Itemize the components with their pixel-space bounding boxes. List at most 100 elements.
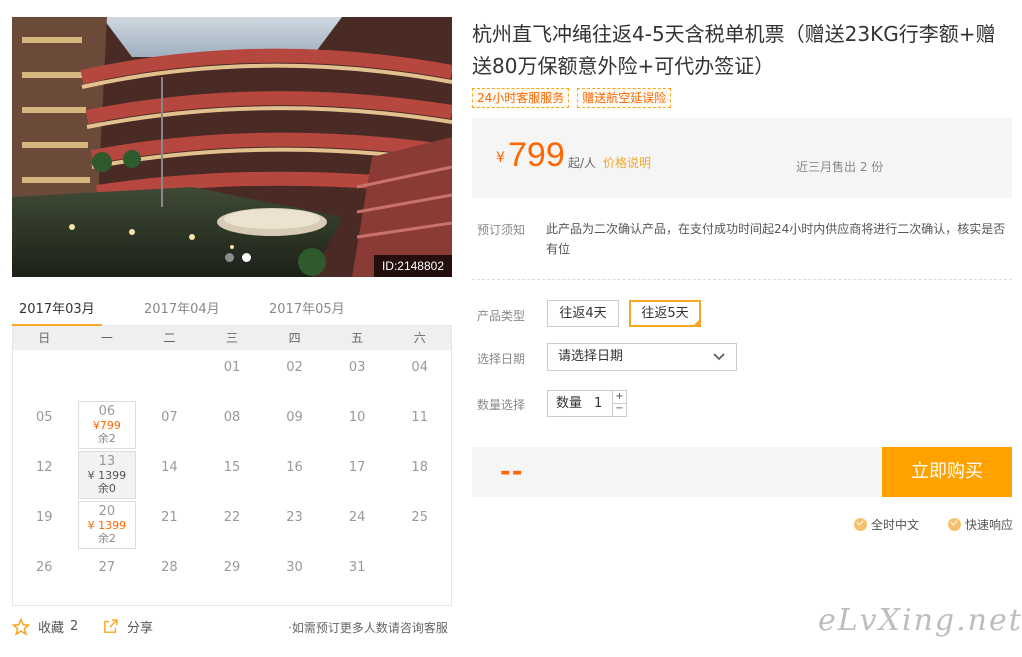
site-watermark: eLvXing.net: [818, 603, 1022, 638]
favorite-button[interactable]: 收藏 2: [12, 617, 78, 636]
tab-month-3[interactable]: 2017年05月: [269, 298, 345, 326]
purchase-bar: -- 立即购买: [472, 447, 1012, 497]
calendar-day: 23: [266, 501, 324, 549]
weekday-label: 六: [413, 331, 426, 345]
calendar-day: 04: [391, 351, 449, 399]
calendar-day: 11: [391, 401, 449, 449]
price-unit: 起/人: [568, 156, 597, 170]
slide-dot-1[interactable]: [225, 253, 234, 262]
day-number: 10: [348, 410, 366, 425]
quantity-decrease-button[interactable]: −: [612, 403, 626, 416]
star-icon: [12, 617, 30, 636]
buy-now-button[interactable]: 立即购买: [882, 447, 1012, 497]
calendar-day: 19: [15, 501, 73, 549]
day-number: 18: [411, 460, 428, 475]
day-remaining: 余2: [97, 532, 116, 545]
day-number: 04: [411, 360, 428, 375]
type-option-4-days[interactable]: 往返4天: [547, 300, 619, 327]
product-photo[interactable]: ID:2148802: [12, 17, 452, 277]
calendar-day: 21: [140, 501, 198, 549]
chevron-down-icon: [713, 353, 725, 361]
day-number: 03: [348, 360, 366, 375]
calendar-day: 01: [203, 351, 261, 399]
check-icon: [854, 518, 867, 531]
day-number: 28: [161, 560, 178, 575]
assurance-item: 快速响应: [948, 516, 1013, 533]
day-number: 08: [223, 410, 241, 425]
slide-dot-2[interactable]: [242, 253, 251, 262]
quantity-stepper[interactable]: 数量 1 + −: [547, 390, 627, 417]
calendar-day: 28: [140, 551, 198, 599]
slide-indicator[interactable]: [225, 253, 251, 262]
tab-month-2[interactable]: 2017年04月: [144, 298, 220, 326]
day-number: 06: [98, 404, 116, 419]
day-number: 13: [98, 454, 116, 469]
group-consult-tip: ·如需预订更多人数请咨询客服: [288, 621, 448, 635]
assurance-label: 快速响应: [965, 518, 1014, 532]
day-number: 23: [286, 510, 303, 525]
weekday-label: 四: [288, 331, 301, 345]
day-number: 16: [286, 460, 303, 475]
calendar-day: 09: [266, 401, 324, 449]
consult-tip-text: 如需预订更多人数请咨询客服: [291, 621, 448, 635]
product-type-label: 产品类型: [477, 309, 526, 323]
quantity-prefix: 数量: [556, 396, 583, 411]
share-button[interactable]: 分享: [102, 617, 153, 636]
price-explanation-link[interactable]: 价格说明: [603, 154, 651, 171]
day-number: 22: [223, 510, 241, 525]
calendar-day: 12: [15, 451, 73, 499]
weekday-label: 日: [38, 331, 51, 345]
day-number: 12: [36, 460, 53, 475]
calendar-day: 30: [266, 551, 324, 599]
quantity-label: 数量选择: [477, 398, 526, 412]
calendar-day: 17: [328, 451, 386, 499]
weekday-header: 日 一 二 三 四 五 六: [13, 326, 451, 350]
day-number: 14: [161, 460, 178, 475]
day-number: 25: [411, 510, 428, 525]
day-number: 11: [411, 410, 428, 425]
price-panel: ¥ 799 起/人 价格说明 近三月售出 2 份: [472, 118, 1012, 198]
currency-symbol: ¥: [496, 150, 505, 166]
booking-notice-label: 预订须知: [477, 223, 526, 237]
tab-month-1[interactable]: 2017年03月: [12, 298, 102, 327]
calendar-day: 08: [203, 401, 261, 449]
day-remaining: 余0: [97, 482, 116, 495]
price-calendar: 日 一 二 三 四 五 六 01 02 03 04 05 06 ¥799 余2 07 08 09 10…: [12, 326, 452, 606]
calendar-day: 31: [328, 551, 386, 599]
product-title: 杭州直飞冲绳往返4-5天含税单机票（赠送23KG行李额+赠送80万保额意外险+可…: [472, 22, 996, 78]
day-price: ¥799: [92, 419, 121, 432]
day-number: 24: [348, 510, 366, 525]
day-number: 29: [223, 560, 241, 575]
calendar-day: 26: [15, 551, 73, 599]
quantity-value[interactable]: 1: [594, 391, 602, 416]
calendar-day-available[interactable]: 13 ¥ 1399 余0: [77, 451, 136, 499]
date-select-value: 请选择日期: [558, 349, 624, 364]
type-option-5-days[interactable]: 往返5天: [629, 300, 701, 327]
service-tag: 24小时客服服务: [472, 88, 570, 108]
section-divider: [472, 279, 1012, 280]
sales-count: 近三月售出 2 份: [796, 160, 884, 174]
calendar-day: 29: [203, 551, 261, 599]
calendar-day: 25: [391, 501, 449, 549]
date-select[interactable]: 请选择日期: [547, 343, 737, 371]
service-tag: 赠送航空延误险: [577, 88, 672, 108]
day-number: 26: [36, 560, 53, 575]
calendar-day: 03: [328, 351, 386, 399]
day-number: 02: [286, 360, 303, 375]
calendar-day: 22: [203, 501, 261, 549]
share-icon: [104, 619, 118, 633]
day-number: 31: [348, 560, 366, 575]
check-icon: [948, 518, 961, 531]
price-value: 799: [508, 136, 565, 174]
calendar-day-available[interactable]: 20 ¥ 1399 余2: [77, 501, 136, 549]
calendar-day: 10: [328, 401, 386, 449]
day-number: 07: [161, 410, 178, 425]
day-price: ¥ 1399: [87, 469, 127, 482]
weekday-label: 一: [100, 331, 113, 345]
day-number: 21: [161, 510, 178, 525]
day-number: 30: [286, 560, 303, 575]
day-number: 01: [223, 360, 241, 375]
calendar-day-available[interactable]: 06 ¥799 余2: [77, 401, 136, 449]
image-id-label: ID:2148802: [373, 255, 452, 277]
day-number: 09: [286, 410, 303, 425]
